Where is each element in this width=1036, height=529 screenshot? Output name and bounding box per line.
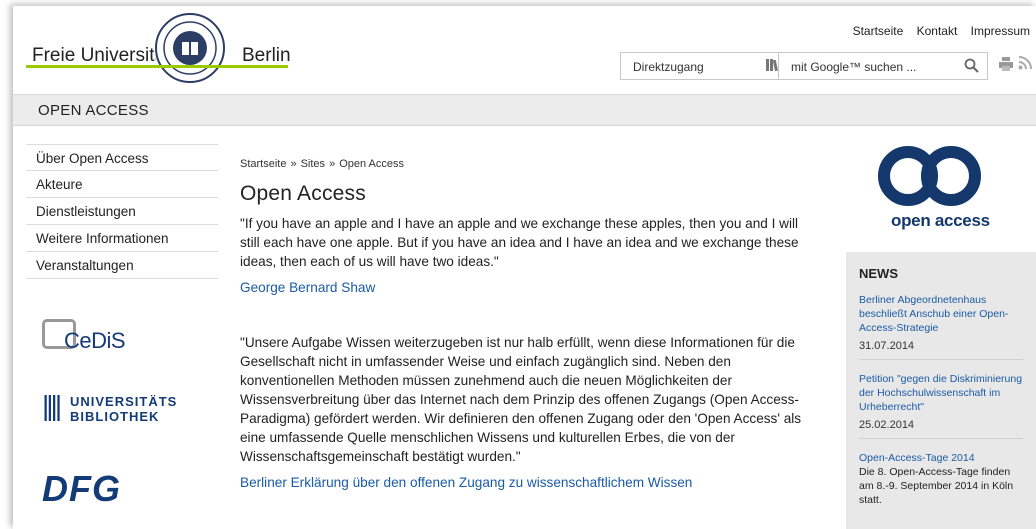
breadcrumb-separator: » [329, 158, 336, 170]
breadcrumb-startseite[interactable]: Startseite [240, 158, 286, 170]
news-item-title[interactable]: Petition "gegen die Diskriminierung der … [859, 372, 1023, 414]
top-link-impressum[interactable]: Impressum [971, 24, 1030, 38]
ub-logo-line1: UNIVERSITÄTS [70, 394, 178, 409]
news-item-title[interactable]: Open-Access-Tage 2014 [859, 451, 1023, 465]
ub-bars-icon: |||| [42, 390, 62, 421]
news-item: Berliner Abgeordnetenhaus beschließt Ans… [859, 293, 1023, 360]
news-item: Petition "gegen die Diskriminierung der … [859, 372, 1023, 439]
section-band: OPEN ACCESS [13, 94, 1036, 126]
open-access-logo-text: open access [891, 211, 990, 230]
section-title: OPEN ACCESS [38, 102, 149, 119]
top-link-kontakt[interactable]: Kontakt [917, 24, 958, 38]
logo-word-left: Freie Universität [32, 45, 171, 66]
oa-circle-a-icon [921, 146, 981, 206]
logo-green-line [26, 65, 288, 68]
direktzugang-dropdown[interactable]: Direktzugang [620, 52, 790, 80]
news-item-title[interactable]: Berliner Abgeordnetenhaus beschließt Ans… [859, 293, 1023, 335]
berlin-declaration-link[interactable]: Berliner Erklärung über den offenen Zuga… [240, 475, 820, 490]
search-icon[interactable] [964, 58, 979, 76]
top-link-startseite[interactable]: Startseite [853, 24, 904, 38]
breadcrumb-current: Open Access [339, 158, 405, 170]
sidebar-item-weitere-informationen[interactable]: Weitere Informationen [26, 225, 218, 252]
news-item-date: 31.07.2014 [859, 340, 915, 352]
search-placeholder: mit Google™ suchen ... [791, 60, 917, 74]
logo-word-right: Berlin [242, 45, 291, 66]
sidebar-item-veranstaltungen[interactable]: Veranstaltungen [26, 252, 218, 279]
sidebar-nav: Über Open Access Akteure Dienstleistunge… [26, 144, 218, 279]
ub-logo-line2: BIBLIOTHEK [70, 409, 160, 424]
sidebar-item-akteure[interactable]: Akteure [26, 171, 218, 198]
shaw-quote: "If you have an apple and I have an appl… [240, 216, 799, 269]
cedis-logo[interactable]: CeDiS [42, 311, 152, 366]
dfg-logo[interactable]: DFG [42, 468, 121, 510]
news-heading: NEWS [859, 266, 898, 281]
breadcrumb-sites[interactable]: Sites [301, 158, 325, 170]
universitaetsbibliothek-logo[interactable]: |||| UNIVERSITÄTS BIBLIOTHEK [42, 388, 212, 428]
cedis-logo-text: CeDiS [64, 328, 126, 353]
browser-page: Freie Universität Berlin Startseite Kont… [13, 6, 1036, 529]
news-item-date: 25.02.2014 [859, 419, 915, 431]
breadcrumb: Startseite» Sites» Open Access [240, 158, 820, 170]
top-links: Startseite Kontakt Impressum [843, 24, 1030, 38]
search-input[interactable]: mit Google™ suchen ... [778, 52, 988, 80]
news-item: Open-Access-Tage 2014 Die 8. Open-Access… [859, 451, 1023, 514]
news-item-description: Die 8. Open-Access-Tage finden am 8.-9. … [859, 466, 1014, 506]
breadcrumb-separator: » [290, 158, 297, 170]
shaw-author-link[interactable]: George Bernard Shaw [240, 280, 820, 295]
print-icon[interactable] [998, 56, 1014, 76]
university-seal-icon [154, 12, 226, 84]
page-title: Open Access [240, 182, 366, 205]
direktzugang-label: Direktzugang [633, 60, 704, 74]
berlin-declaration-quote: "Unsere Aufgabe Wissen weiterzugeben ist… [240, 335, 802, 464]
main-content: Startseite» Sites» Open Access Open Access… [240, 158, 820, 490]
rss-icon[interactable] [1018, 56, 1032, 74]
open-access-logo[interactable]: open access [856, 146, 1026, 246]
news-panel: NEWS Berliner Abgeordnetenhaus beschließ… [846, 252, 1036, 529]
fu-berlin-logo[interactable]: Freie Universität Berlin [26, 12, 296, 84]
sidebar-item-ueber-open-access[interactable]: Über Open Access [26, 144, 218, 171]
sidebar-item-dienstleistungen[interactable]: Dienstleistungen [26, 198, 218, 225]
